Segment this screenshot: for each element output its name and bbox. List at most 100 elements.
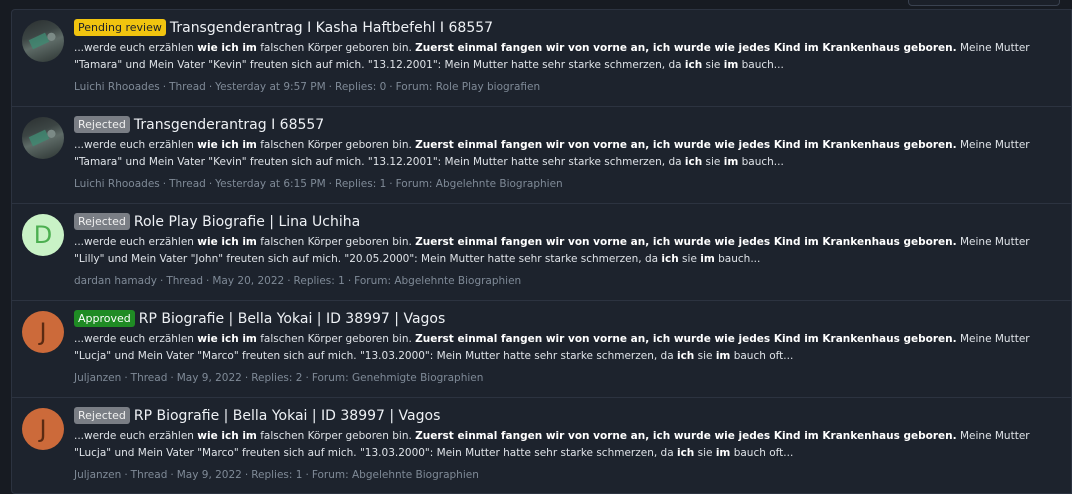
author-link[interactable]: Juljanzen [74,469,121,481]
snippet-text: falschen Körper geboren bin. [256,333,416,345]
user-avatar[interactable]: J [22,408,64,450]
result-meta: Luichi Rhooades · Thread · Yesterday at 9:57… [74,81,541,93]
snippet-highlight: wie ich im [197,42,257,54]
snippet-highlight: ich [661,253,679,265]
snippet-highlight: ich [684,59,703,71]
search-result-item: J Rejected RP Biografie | Bella Yokai | I… [12,398,1071,493]
content-type: Thread [169,178,206,190]
snippet-text: bauch... [714,253,761,265]
snippet-text: sie [678,253,701,265]
snippet-highlight: wie ich im [197,236,257,248]
snippet-highlight: Zuerst einmal fangen wir von vorne an, i… [415,430,957,442]
status-badge: Rejected [74,116,130,133]
snippet-text: bauch oft... [730,350,794,362]
user-avatar[interactable]: J [22,311,64,353]
result-snippet: ...werde euch erzählen wie ich im falsch… [74,137,1063,171]
avatar-letter: J [39,415,47,443]
snippet-highlight: im [700,253,715,265]
result-title-line[interactable]: Approved RP Biografie | Bella Yokai | ID … [74,309,1063,329]
post-date: May 9, 2022 [176,469,242,481]
result-snippet: ...werde euch erzählen wie ich im falsch… [74,234,1063,268]
snippet-highlight: im [715,447,731,459]
thread-title-link[interactable]: RP Biografie | Bella Yokai | ID 38997 | … [139,311,446,327]
result-title-line[interactable]: Rejected Transgenderantrag I 68557 [74,115,1063,135]
result-meta: Juljanzen · Thread · May 9, 2022 · Replies: 1 ·… [74,469,479,481]
snippet-text: ...werde euch erzählen [74,236,198,248]
forum-link[interactable]: Forum: Abgelehnte Biographien [396,178,563,190]
user-avatar[interactable]: D [22,214,64,256]
content-type: Thread [130,469,168,481]
snippet-text: sie [694,447,716,459]
search-result-item: D Rejected Role Play Biografie | Lina Uch… [12,204,1071,301]
content-type: Thread [166,275,204,287]
status-badge: Rejected [74,213,130,230]
result-meta: Juljanzen · Thread · May 9, 2022 · Replies: 2 ·… [74,372,484,384]
snippet-text: sie [702,59,724,71]
author-link[interactable]: dardan hamady [74,275,157,287]
snippet-highlight: im [715,350,731,362]
result-title-line[interactable]: Rejected RP Biografie | Bella Yokai | ID … [74,406,1063,426]
status-badge: Rejected [74,407,130,424]
reply-count: Replies: 1 [251,469,303,481]
content-type: Thread [169,81,206,93]
result-title-line[interactable]: Pending review Transgenderantrag I Kasha … [74,18,1063,38]
snippet-highlight: wie ich im [197,333,257,345]
thread-title-link[interactable]: RP Biografie | Bella Yokai | ID 38997 | … [134,408,441,424]
snippet-text: ...werde euch erzählen [74,333,198,345]
forum-link[interactable]: Forum: Role Play biografien [396,81,541,93]
author-link[interactable]: Luichi Rhooades [74,178,160,190]
snippet-text: bauch oft... [730,447,794,459]
avatar-letter: J [39,318,47,346]
result-title-line[interactable]: Rejected Role Play Biografie | Lina Uchih… [74,212,1063,232]
snippet-highlight: wie ich im [197,430,257,442]
result-snippet: ...werde euch erzählen wie ich im falsch… [74,428,1063,462]
snippet-text: falschen Körper geboren bin. [256,139,416,151]
search-result-item: Rejected Transgenderantrag I 68557 ...wer… [12,107,1071,204]
status-badge: Approved [74,310,135,327]
author-link[interactable]: Juljanzen [74,372,121,384]
snippet-text: falschen Körper geboren bin. [256,430,416,442]
snippet-text: ...werde euch erzählen [74,139,198,151]
snippet-text: falschen Körper geboren bin. [256,42,416,54]
forum-link[interactable]: Forum: Abgelehnte Biographien [354,275,521,287]
avatar-letter: D [33,221,53,249]
snippet-text: bauch... [738,156,784,168]
snippet-highlight: ich [684,156,703,168]
snippet-text: ...werde euch erzählen [74,430,198,442]
reply-count: Replies: 0 [335,81,387,93]
result-meta: Luichi Rhooades · Thread · Yesterday at 6:15… [74,178,563,190]
post-date: May 9, 2022 [176,372,242,384]
thread-title-link[interactable]: Role Play Biografie | Lina Uchiha [134,214,360,230]
snippet-text: ...werde euch erzählen [74,42,198,54]
reply-count: Replies: 2 [251,372,303,384]
status-badge: Pending review [74,19,166,36]
thread-title-link[interactable]: Transgenderantrag I 68557 [134,117,324,133]
result-snippet: ...werde euch erzählen wie ich im falsch… [74,331,1063,365]
snippet-highlight: im [723,156,739,168]
search-result-item: Pending review Transgenderantrag I Kasha … [12,10,1071,107]
snippet-text: bauch... [738,59,784,71]
user-avatar[interactable] [22,117,64,159]
forum-link[interactable]: Forum: Abgelehnte Biographien [312,469,479,481]
search-box-edge[interactable] [908,0,1060,6]
search-result-item: J Approved RP Biografie | Bella Yokai | I… [12,301,1071,398]
thread-title-link[interactable]: Transgenderantrag I Kasha Haftbefehl I 6… [170,20,493,36]
reply-count: Replies: 1 [335,178,387,190]
snippet-text: falschen Körper geboren bin. [256,236,416,248]
snippet-highlight: Zuerst einmal fangen wir von vorne an, i… [415,333,957,345]
user-avatar[interactable] [22,20,64,62]
snippet-highlight: Zuerst einmal fangen wir von vorne an, i… [415,42,957,54]
reply-count: Replies: 1 [293,275,345,287]
snippet-text: sie [702,156,724,168]
result-meta: dardan hamady · Thread · May 20, 2022 · Replie… [74,275,522,287]
snippet-highlight: Zuerst einmal fangen wir von vorne an, i… [415,236,957,248]
content-type: Thread [130,372,168,384]
author-link[interactable]: Luichi Rhooades [74,81,160,93]
post-date: Yesterday at 9:57 PM [215,81,326,93]
snippet-text: sie [694,350,716,362]
snippet-highlight: Zuerst einmal fangen wir von vorne an, i… [415,139,957,151]
snippet-highlight: wie ich im [197,139,257,151]
post-date: Yesterday at 6:15 PM [215,178,326,190]
post-date: May 20, 2022 [212,275,285,287]
forum-link[interactable]: Forum: Genehmigte Biographien [312,372,484,384]
